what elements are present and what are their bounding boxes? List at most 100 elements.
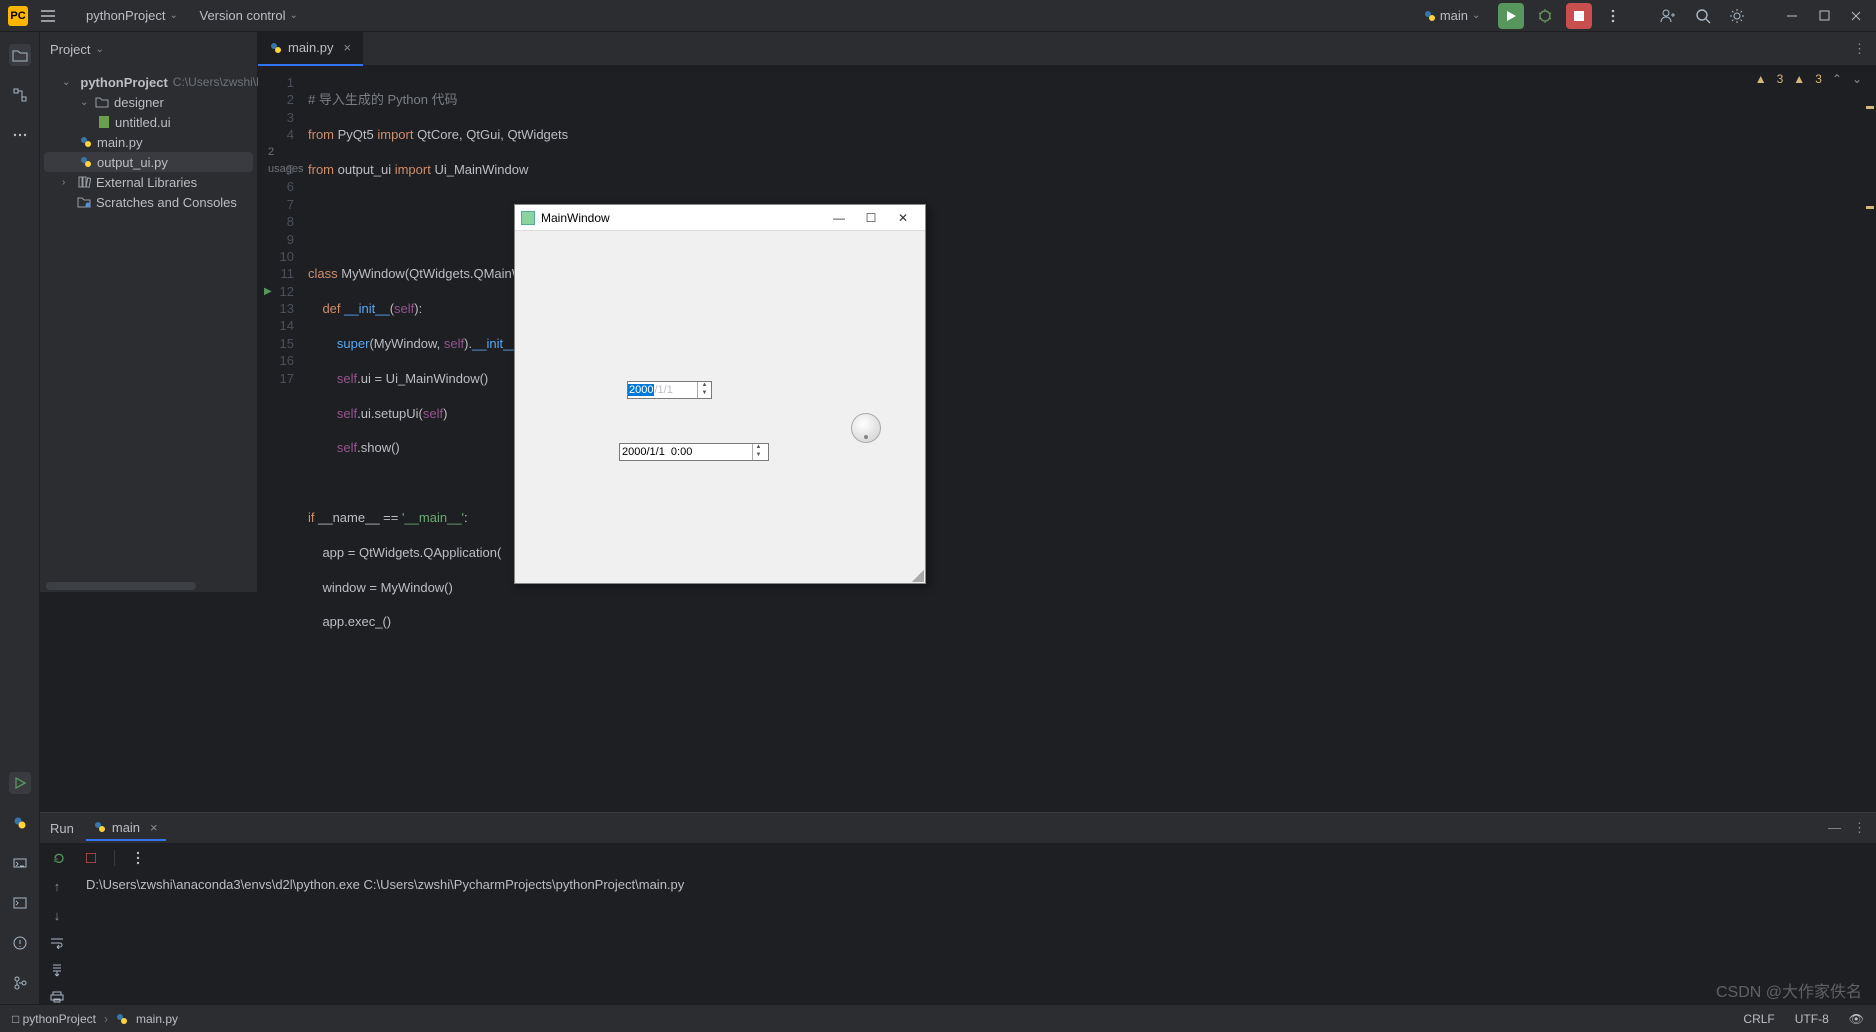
search-icon[interactable] bbox=[1690, 3, 1716, 29]
vcs-label: Version control bbox=[200, 8, 286, 23]
line-ending-indicator[interactable]: CRLF bbox=[1743, 1012, 1774, 1026]
resize-grip-icon[interactable] bbox=[912, 570, 924, 582]
terminal-icon[interactable] bbox=[9, 892, 31, 914]
date-year-selected: 2000 bbox=[628, 384, 654, 396]
tree-item-label: Scratches and Consoles bbox=[96, 195, 237, 210]
tree-item-label: main.py bbox=[97, 135, 143, 150]
version-control-dropdown[interactable]: Version control ⌄ bbox=[190, 8, 310, 23]
spin-up-icon[interactable]: ▲ bbox=[698, 382, 711, 390]
close-tab-icon[interactable]: × bbox=[340, 40, 352, 55]
python-icon bbox=[1424, 10, 1436, 22]
editor-area: main.py × ⋮ 1234 2 usages 567891011 ▶12 … bbox=[258, 32, 1876, 812]
tree-file-main-py[interactable]: main.py bbox=[44, 132, 253, 152]
dial-widget[interactable] bbox=[851, 413, 881, 443]
close-icon[interactable]: × bbox=[146, 820, 158, 835]
watermark-text: CSDN @大作家佚名 bbox=[1716, 978, 1862, 1002]
code-editor[interactable]: 1234 2 usages 567891011 ▶12 1314151617 #… bbox=[258, 66, 1876, 812]
qt-close-icon[interactable]: ✕ bbox=[887, 211, 919, 225]
window-minimize-icon[interactable] bbox=[1780, 4, 1804, 28]
editor-tab-bar: main.py × ⋮ bbox=[258, 32, 1876, 66]
qt-maximize-icon[interactable]: ☐ bbox=[855, 211, 887, 225]
more-actions-icon[interactable] bbox=[1600, 3, 1626, 29]
chevron-down-icon: ⌄ bbox=[62, 77, 70, 88]
tab-more-icon[interactable]: ⋮ bbox=[1853, 41, 1866, 56]
datetime-edit[interactable]: ▲▼ bbox=[619, 443, 769, 461]
line-gutter: 1234 2 usages 567891011 ▶12 1314151617 bbox=[258, 66, 308, 812]
tree-folder-designer[interactable]: ⌄ designer bbox=[44, 92, 253, 112]
scratches-icon bbox=[77, 196, 91, 208]
qt-minimize-icon[interactable]: — bbox=[823, 211, 855, 225]
services-icon[interactable] bbox=[9, 852, 31, 874]
minimize-panel-icon[interactable]: — bbox=[1828, 820, 1841, 836]
warning-icon: ▲ bbox=[1755, 72, 1767, 86]
vcs-tool-icon[interactable] bbox=[9, 972, 31, 994]
encoding-indicator[interactable]: UTF-8 bbox=[1795, 1012, 1829, 1026]
breadcrumb-segment[interactable]: □ pythonProject bbox=[12, 1012, 96, 1026]
stop-button[interactable] bbox=[1566, 3, 1592, 29]
run-output[interactable]: D:\Users\zwshi\anaconda3\envs\d2l\python… bbox=[78, 873, 1876, 1004]
error-stripe[interactable] bbox=[1864, 66, 1876, 812]
soft-wrap-icon[interactable] bbox=[50, 937, 64, 949]
project-panel: Project ⌄ ⌄ pythonProject C:\Users\zwshi… bbox=[40, 32, 258, 592]
code-with-me-icon[interactable] bbox=[1656, 3, 1682, 29]
rerun-icon[interactable] bbox=[50, 849, 68, 867]
project-panel-title: Project bbox=[50, 42, 90, 57]
python-console-icon[interactable] bbox=[9, 812, 31, 834]
down-arrow-icon[interactable]: ↓ bbox=[54, 908, 61, 923]
tree-file-output-ui-py[interactable]: output_ui.py bbox=[44, 152, 253, 172]
tree-file-untitled-ui[interactable]: untitled.ui bbox=[44, 112, 253, 132]
window-maximize-icon[interactable] bbox=[1812, 4, 1836, 28]
run-gutter-icon[interactable]: ▶ bbox=[264, 283, 272, 300]
date-edit[interactable]: 2000/1/1 ▲▼ bbox=[627, 381, 712, 399]
chevron-down-icon: ⌄ bbox=[170, 10, 180, 21]
spin-down-icon[interactable]: ▼ bbox=[698, 390, 711, 398]
chevron-down-icon: ⌄ bbox=[1472, 10, 1482, 21]
spin-down-icon[interactable]: ▼ bbox=[753, 452, 764, 460]
run-side-toolbar: ↑ ↓ bbox=[40, 873, 74, 1004]
debug-button[interactable] bbox=[1532, 3, 1558, 29]
structure-tool-icon[interactable] bbox=[9, 84, 31, 106]
run-config-selector[interactable]: main ⌄ bbox=[1416, 8, 1490, 23]
chevron-down-icon: ⌄ bbox=[290, 10, 300, 21]
tree-external-libraries[interactable]: › External Libraries bbox=[44, 172, 253, 192]
project-dropdown[interactable]: pythonProject ⌄ bbox=[76, 8, 190, 23]
main-menu-icon[interactable] bbox=[40, 9, 56, 23]
problems-icon[interactable] bbox=[9, 932, 31, 954]
breadcrumb-segment[interactable]: main.py bbox=[136, 1012, 178, 1026]
scroll-to-end-icon[interactable] bbox=[51, 963, 63, 977]
qt-body: 2000/1/1 ▲▼ ▲▼ bbox=[515, 231, 925, 583]
print-icon[interactable] bbox=[50, 991, 64, 1003]
panel-more-icon[interactable]: ⋮ bbox=[1853, 820, 1866, 836]
editor-tab-main-py[interactable]: main.py × bbox=[258, 32, 363, 66]
run-tool-icon[interactable] bbox=[9, 772, 31, 794]
warning-count: 3 bbox=[1815, 72, 1822, 86]
status-bar: □ pythonProject › main.py CRLF UTF-8 👁 bbox=[0, 1004, 1876, 1032]
run-tool-window: Run main × — ⋮ ↑ ↓ D:\Users\zwshi\anacon… bbox=[40, 812, 1876, 1004]
toolbar-more-icon[interactable] bbox=[129, 849, 147, 867]
reader-mode-icon[interactable]: 👁 bbox=[1849, 1012, 1864, 1026]
tree-root[interactable]: ⌄ pythonProject C:\Users\zwshi\Pych bbox=[44, 72, 253, 92]
qt-title-bar[interactable]: MainWindow — ☐ ✕ bbox=[515, 205, 925, 231]
project-tool-icon[interactable] bbox=[9, 44, 31, 66]
project-name-label: pythonProject bbox=[86, 8, 166, 23]
chevron-down-icon: ⌄ bbox=[95, 44, 105, 55]
usages-hint: 2 usages bbox=[258, 144, 308, 161]
run-tab-main[interactable]: main × bbox=[86, 816, 166, 841]
spin-up-icon[interactable]: ▲ bbox=[753, 444, 764, 452]
project-panel-header[interactable]: Project ⌄ bbox=[40, 32, 257, 66]
window-close-icon[interactable] bbox=[1844, 4, 1868, 28]
tab-label: main.py bbox=[288, 40, 334, 55]
tree-item-label: designer bbox=[114, 95, 164, 110]
horizontal-scrollbar[interactable] bbox=[46, 582, 196, 590]
settings-icon[interactable] bbox=[1724, 3, 1750, 29]
tree-scratches[interactable]: › Scratches and Consoles bbox=[44, 192, 253, 212]
folder-icon bbox=[95, 96, 109, 108]
more-tools-icon[interactable] bbox=[9, 124, 31, 146]
run-button[interactable] bbox=[1498, 3, 1524, 29]
python-icon bbox=[80, 156, 92, 168]
spin-buttons[interactable]: ▲▼ bbox=[697, 382, 711, 398]
stop-icon[interactable] bbox=[82, 849, 100, 867]
up-arrow-icon[interactable]: ↑ bbox=[54, 879, 61, 894]
inspection-indicator[interactable]: ▲3 ▲3 ⌃ ⌄ bbox=[1755, 72, 1862, 86]
datetime-input[interactable] bbox=[620, 446, 752, 458]
